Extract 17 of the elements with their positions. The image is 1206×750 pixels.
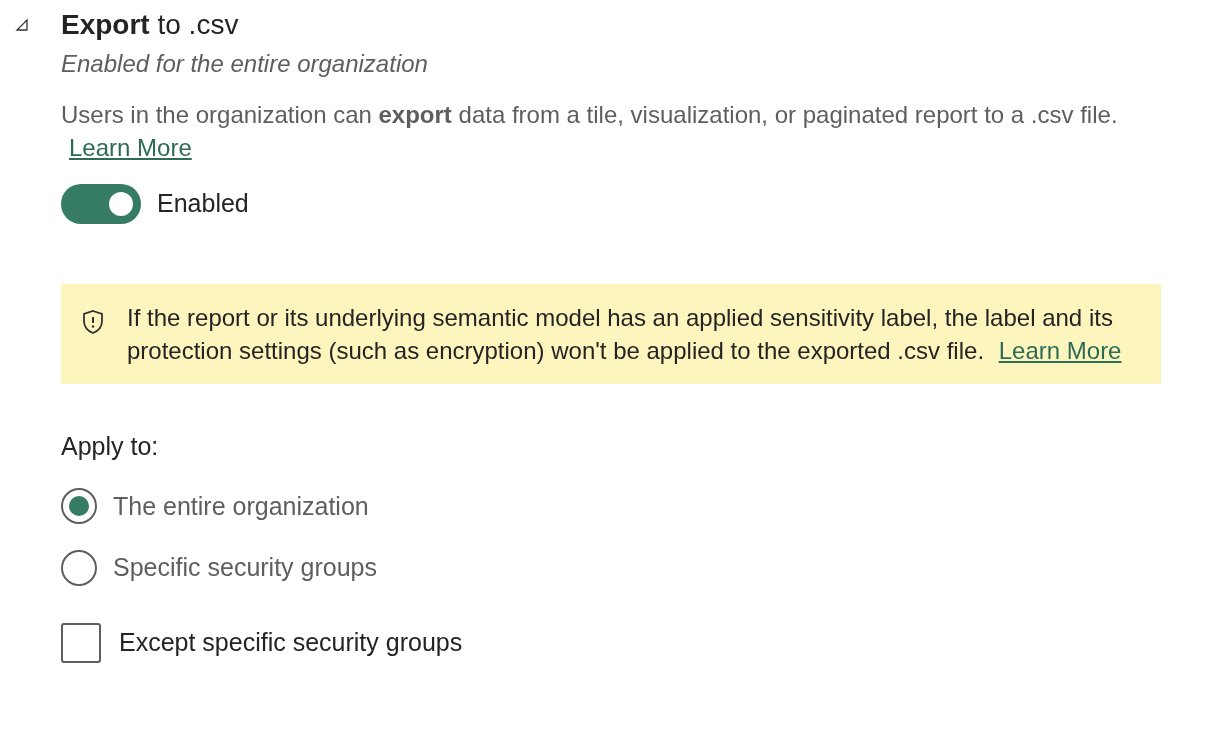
shield-icon bbox=[81, 309, 105, 335]
checkbox-label: Except specific security groups bbox=[119, 626, 463, 658]
toggle-label: Enabled bbox=[157, 188, 249, 220]
radio-button[interactable] bbox=[61, 488, 97, 525]
collapse-triangle-icon[interactable] bbox=[14, 18, 29, 32]
toggle-switch[interactable] bbox=[61, 184, 141, 224]
section-title: Export to .csv bbox=[61, 8, 240, 42]
section-subtitle: Enabled for the entire organization bbox=[61, 49, 429, 79]
apply-to-label: Apply to: bbox=[61, 431, 160, 462]
learn-more-link[interactable]: Learn More bbox=[69, 134, 192, 161]
description-text: Users in the organization can export data from a tile, visualization, or paginated report to a .csv file. Learn More bbox=[61, 100, 1119, 163]
learn-more-link[interactable]: Learn More bbox=[998, 337, 1122, 364]
radio-label: Specific security groups bbox=[113, 552, 377, 583]
radio-label: The entire organization bbox=[113, 490, 369, 522]
radio-button[interactable] bbox=[61, 549, 97, 586]
notice-text: If the report or its underlying semantic model has an applied sensitivity label, the label and its protection settings (such as encryption) won't be applied to the exported .csv file. Learn More bbox=[127, 303, 1123, 366]
checkbox[interactable] bbox=[61, 622, 101, 663]
